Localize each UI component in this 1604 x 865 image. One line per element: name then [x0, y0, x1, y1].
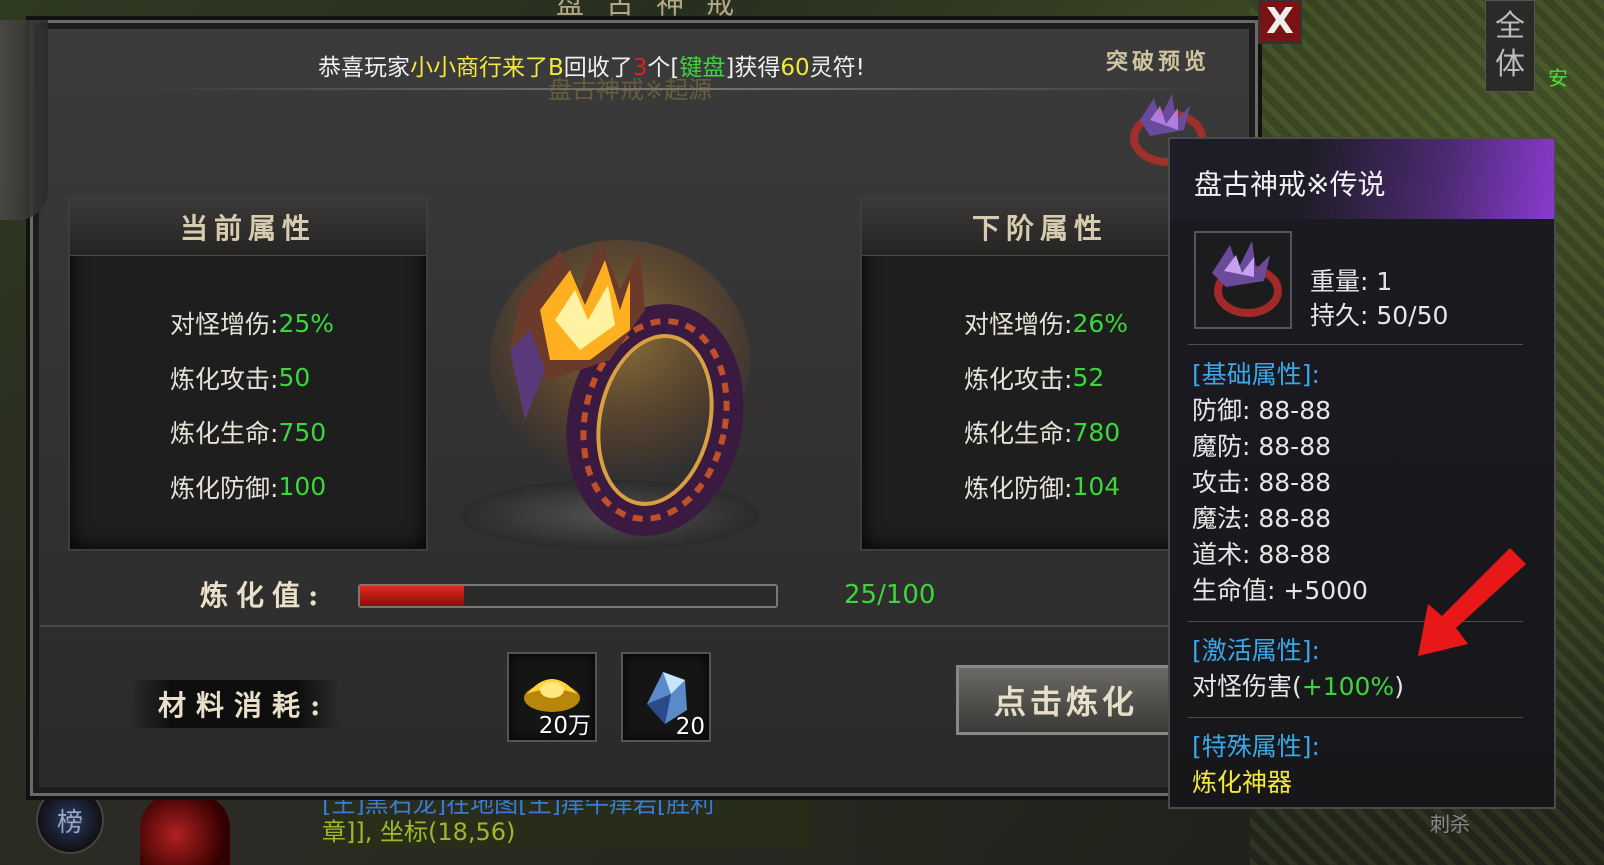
tooltip-weight: 重量: 1 — [1310, 267, 1393, 296]
attr-value: 750 — [278, 417, 327, 447]
rank-button[interactable]: 榜 — [36, 786, 104, 854]
chat-box: [王]黑石龙]在地图[王]痒牛痒岩[胜利 章]], 坐标(18,56) — [322, 790, 812, 848]
special-attr-title: [特殊属性]: — [1192, 732, 1320, 761]
header-divider — [140, 88, 1220, 90]
tooltip-divider — [1188, 344, 1523, 345]
active-attr-row: 对怪伤害(+100%) — [1192, 669, 1404, 705]
side-button-char-1: 全 — [1495, 9, 1525, 44]
base-attr-row: 魔防: 88-88 — [1192, 432, 1332, 461]
material-qty: 20万 — [538, 713, 591, 739]
attr-key: 炼化生命: — [964, 419, 1073, 449]
item-tooltip: 盘古神戒※传说 重量: 1 持久: 50/50 [基础属性]: 防御: 88-8… — [1168, 137, 1556, 809]
refine-button[interactable]: 点击炼化 — [956, 665, 1176, 735]
base-attr-row: 生命值: +5000 — [1192, 576, 1368, 605]
broadcast-player: 小小商行来了B — [410, 55, 564, 81]
current-attributes-panel: 当前属性 对怪增伤: 25% 炼化攻击: 50 炼化生命: 750 炼化防御: 100 — [68, 197, 428, 551]
attr-key: 炼化生命: — [170, 419, 279, 449]
tooltip-item-icon — [1194, 231, 1292, 329]
broadcast-reward: 60 — [780, 55, 810, 81]
broadcast-suffix-b: 灵符! — [809, 55, 865, 81]
tooltip-item-name: 盘古神戒※传说 — [1194, 168, 1386, 201]
refine-value-text: 25/100 — [844, 580, 936, 610]
active-attr-value: +100% — [1301, 672, 1395, 701]
close-button[interactable]: X — [1258, 0, 1302, 44]
current-attributes-title: 当前属性 — [70, 199, 426, 256]
refine-value-label: 炼化值: — [200, 579, 327, 612]
attr-row: 炼化攻击: 50 — [170, 351, 426, 406]
active-attr-title: [激活属性]: — [1192, 636, 1320, 665]
attr-key: 炼化防御: — [964, 473, 1073, 503]
section-divider — [40, 625, 1240, 627]
special-attr-value: 炼化神器 — [1192, 768, 1293, 797]
attr-value: 104 — [1072, 472, 1121, 502]
breakthrough-preview-label[interactable]: 突破预览 — [1106, 44, 1210, 76]
next-attributes-title: 下阶属性 — [862, 199, 1218, 256]
attr-value: 50 — [278, 363, 311, 393]
attr-key: 炼化攻击: — [170, 364, 279, 394]
ring-icon — [1212, 241, 1282, 317]
material-slot-gold[interactable]: 20万 — [507, 652, 597, 742]
base-attr-row: 道术: 88-88 — [1192, 540, 1332, 569]
base-attr-row: 防御: 88-88 — [1192, 396, 1332, 425]
attr-key: 炼化攻击: — [964, 364, 1073, 394]
all-channel-button[interactable]: 全 体 — [1485, 0, 1535, 92]
broadcast-prefix: 恭喜玩家 — [318, 55, 410, 81]
tooltip-meta: 重量: 1 持久: 50/50 — [1310, 265, 1448, 333]
active-attr-key: 对怪伤害( — [1192, 672, 1302, 701]
material-slot-crystal[interactable]: 20 — [621, 652, 711, 742]
materials-label: 材料消耗: — [130, 680, 340, 728]
attr-value: 52 — [1072, 363, 1105, 393]
dragon-ornament — [0, 20, 48, 220]
tooltip-durability: 持久: 50/50 — [1310, 301, 1449, 330]
red-arrow-annotation — [1418, 548, 1526, 656]
attr-value: 25% — [278, 308, 335, 338]
skill-label[interactable]: 刺杀 — [1430, 808, 1470, 837]
attr-row: 炼化防御: 100 — [170, 460, 426, 515]
attr-key: 对怪增伤: — [170, 310, 279, 340]
next-attributes-panel: 下阶属性 对怪增伤: 26% 炼化攻击: 52 炼化生命: 780 炼化防御: 104 — [860, 197, 1220, 551]
tooltip-special-section: [特殊属性]: 炼化神器 — [1192, 729, 1320, 801]
attr-value: 780 — [1072, 417, 1121, 447]
material-qty: 20 — [675, 714, 705, 740]
tooltip-base-section: [基础属性]: 防御: 88-88 魔防: 88-88 攻击: 88-88 魔法… — [1192, 357, 1368, 609]
active-attr-suffix: ) — [1394, 672, 1404, 701]
attr-key: 炼化防御: — [170, 473, 279, 503]
panel-title: 盘古神戒 — [556, 0, 757, 20]
rank-label: 榜 — [56, 807, 83, 838]
attr-row: 对怪增伤: 25% — [170, 296, 426, 351]
hp-orb — [140, 790, 230, 865]
tooltip-divider — [1188, 717, 1523, 718]
side-status-text: 安 — [1548, 66, 1568, 90]
attr-value: 26% — [1072, 308, 1129, 338]
attr-key: 对怪增伤: — [964, 310, 1073, 340]
base-attr-title: [基础属性]: — [1192, 360, 1320, 389]
divine-ring-icon — [490, 240, 750, 536]
base-attr-row: 魔法: 88-88 — [1192, 504, 1332, 533]
chat-line-2: 章]], 坐标(18,56) — [322, 818, 516, 846]
attr-value: 100 — [278, 472, 327, 502]
base-attr-row: 攻击: 88-88 — [1192, 468, 1332, 497]
attr-row: 炼化生命: 750 — [170, 405, 426, 460]
tooltip-active-section: [激活属性]: 对怪伤害(+100%) — [1192, 633, 1404, 705]
side-button-char-2: 体 — [1495, 47, 1525, 82]
refine-progress-fill — [360, 586, 464, 606]
refine-progress-bar — [358, 584, 778, 608]
broadcast-suffix-a: ]获得 — [725, 55, 781, 81]
